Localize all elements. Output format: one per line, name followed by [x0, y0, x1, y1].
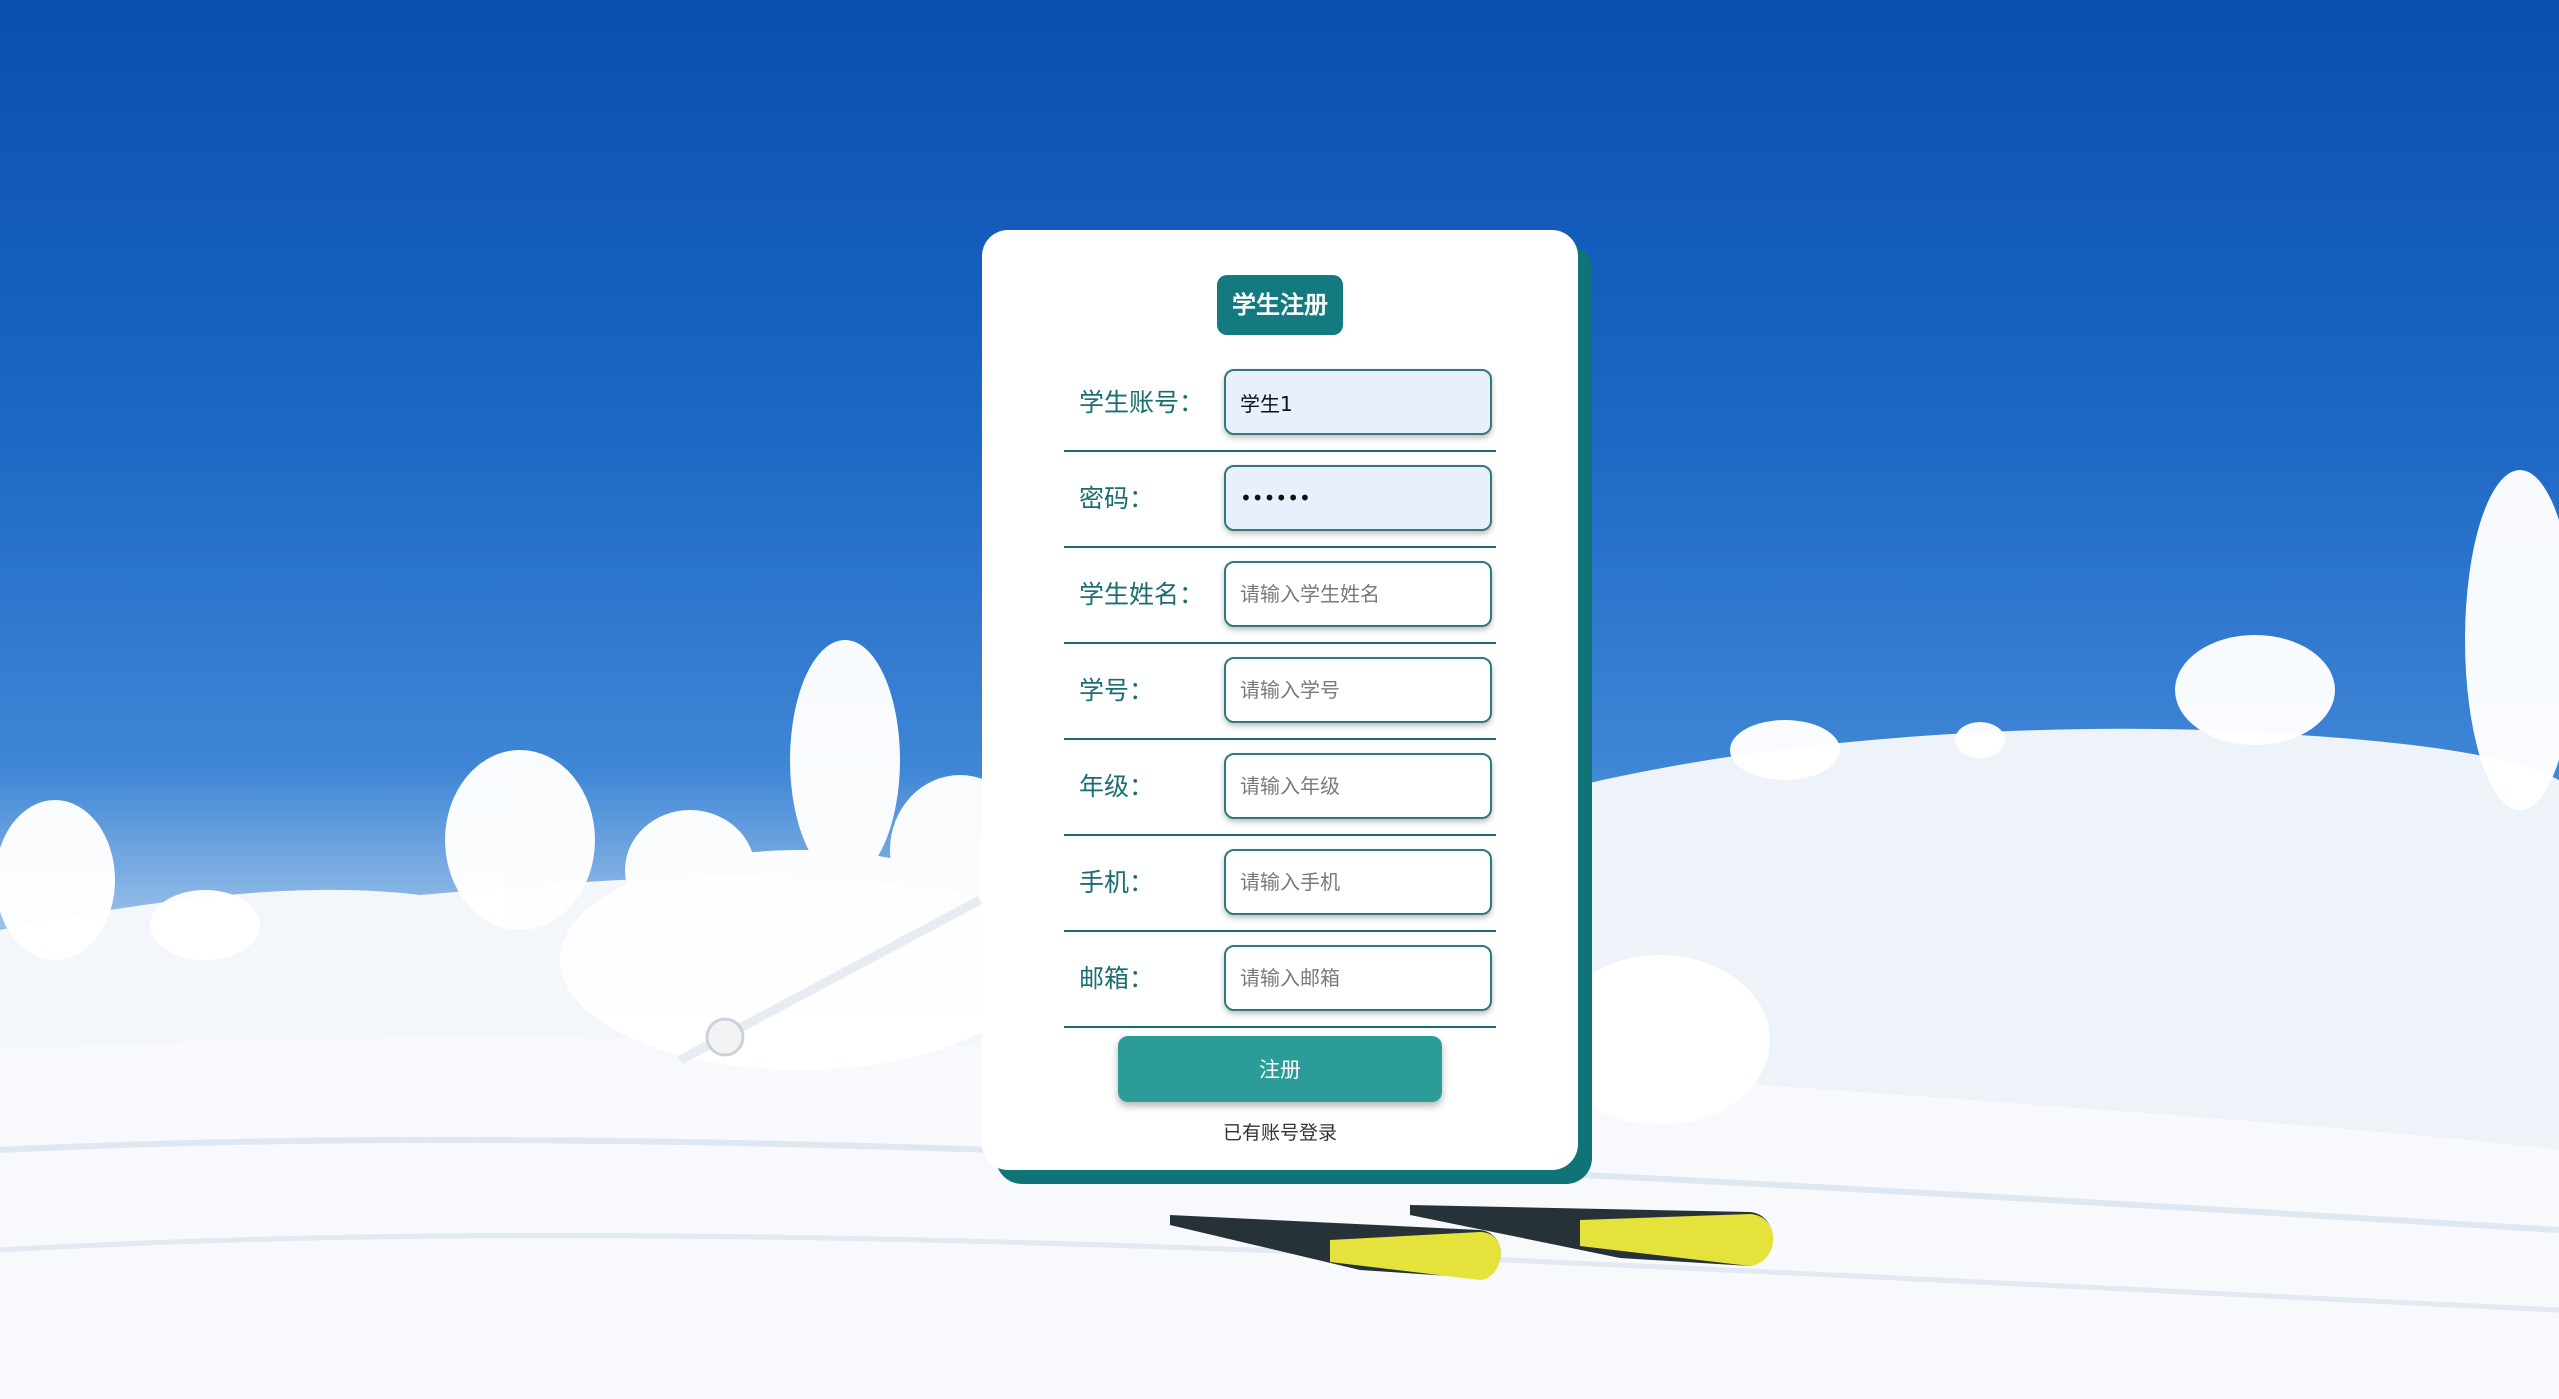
register-title: 学生注册: [1217, 275, 1343, 335]
phone-label: 手机：: [1079, 868, 1155, 897]
password-row: 密码：: [1064, 452, 1496, 548]
register-card: 学生注册 学生账号： 密码： 学生姓名： 学号： 年级： 手机： 邮箱： 注册 …: [982, 230, 1578, 1170]
email-label: 邮箱：: [1079, 964, 1155, 993]
login-link[interactable]: 已有账号登录: [982, 1118, 1578, 1145]
student-name-row: 学生姓名：: [1064, 548, 1496, 644]
student-id-label: 学号：: [1079, 676, 1155, 705]
student-name-input[interactable]: [1224, 561, 1492, 627]
grade-row: 年级：: [1064, 740, 1496, 836]
email-input[interactable]: [1224, 945, 1492, 1011]
grade-label: 年级：: [1079, 772, 1155, 801]
phone-input[interactable]: [1224, 849, 1492, 915]
account-input[interactable]: [1224, 369, 1492, 435]
grade-input[interactable]: [1224, 753, 1492, 819]
student-name-label: 学生姓名：: [1079, 580, 1205, 609]
student-id-input[interactable]: [1224, 657, 1492, 723]
student-id-row: 学号：: [1064, 644, 1496, 740]
register-button[interactable]: 注册: [1118, 1036, 1442, 1102]
password-label: 密码：: [1079, 484, 1155, 513]
email-row: 邮箱：: [1064, 932, 1496, 1028]
account-row: 学生账号：: [1064, 356, 1496, 452]
password-input[interactable]: [1224, 465, 1492, 531]
phone-row: 手机：: [1064, 836, 1496, 932]
account-label: 学生账号：: [1079, 388, 1205, 417]
